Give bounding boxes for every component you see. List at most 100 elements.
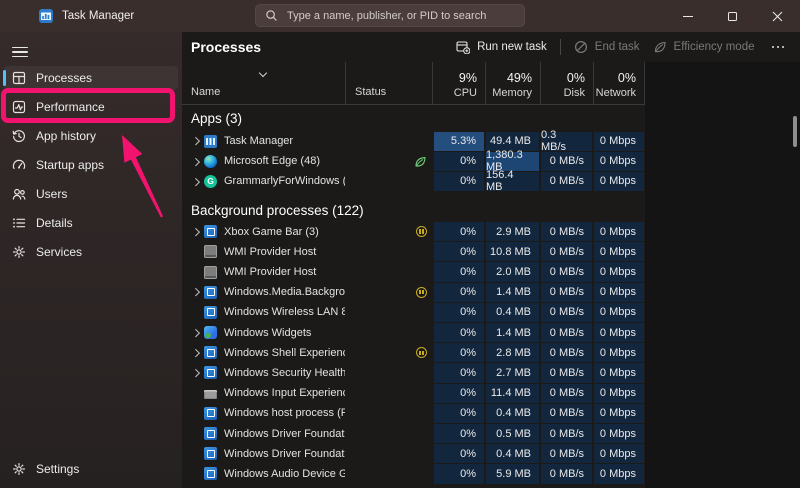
network-cell: 0 Mbps [594,242,644,261]
expand-chevron-icon[interactable] [188,138,204,144]
expand-chevron-icon[interactable] [188,229,204,235]
cpu-cell: 0% [434,464,484,483]
more-options-button[interactable] [768,46,789,49]
process-name: Windows Shell Experience Hos... [224,347,345,359]
process-row[interactable]: Xbox Game Bar (3)0%2.9 MB0 MB/s0 Mbps [182,222,645,242]
app-icon-window [204,407,217,420]
group-header[interactable]: Apps (3) [182,105,645,131]
sidebar-item-label: Users [36,187,67,201]
sidebar-item-processes[interactable]: Processes [4,66,178,90]
disk-cell: 0 MB/s [541,283,592,302]
app-history-icon [11,128,27,144]
end-task-button[interactable]: End task [574,40,640,54]
disk-cell: 0 MB/s [541,424,592,443]
cpu-cell: 0% [434,343,484,362]
app-icon-taskmanager [204,135,217,148]
sidebar-item-services[interactable]: Services [4,240,178,264]
column-header-cpu[interactable]: 9% CPU [432,62,485,104]
column-header-name[interactable]: Name [182,62,345,104]
vertical-scrollbar[interactable] [793,116,797,147]
efficiency-mode-button[interactable]: Efficiency mode [653,40,755,54]
network-cell: 0 Mbps [594,172,644,191]
run-new-task-icon [456,40,470,54]
table-empty-area [645,62,800,488]
process-name-cell: Windows Shell Experience Hos... [182,343,345,363]
process-name-cell: Windows Wireless LAN 802.1... [182,302,345,322]
disk-cell: 0 MB/s [541,152,592,171]
sidebar-item-performance[interactable]: Performance [4,95,178,119]
process-row[interactable]: WMI Provider Host0%2.0 MB0 MB/s0 Mbps [182,262,645,282]
status-cell [345,403,432,423]
sidebar-item-details[interactable]: Details [4,211,178,235]
process-row[interactable]: Microsoft Edge (48)0%1,380.3 MB0 MB/s0 M… [182,151,645,171]
maximize-button[interactable] [710,0,755,32]
process-name-cell: Windows Audio Device Graph... [182,464,345,484]
cpu-total-percent: 9% [459,71,477,85]
process-name-cell: Windows Security Health Servi... [182,363,345,383]
process-row[interactable]: Windows Shell Experience Hos...0%2.8 MB0… [182,343,645,363]
status-cell [345,151,432,171]
table-header: Name Status 9% CPU 49% Memory 0% Disk [182,62,645,105]
close-button[interactable] [755,0,800,32]
process-row[interactable]: Windows host process (Rundll...0%0.4 MB0… [182,403,645,423]
memory-cell: 156.4 MB [486,172,539,191]
disk-cell: 0 MB/s [541,262,592,281]
sidebar-item-users[interactable]: Users [4,182,178,206]
group-header[interactable]: Background processes (122) [182,200,645,222]
app-icon-wmi [204,245,217,258]
column-header-network[interactable]: 0% Network [593,62,645,104]
network-cell: 0 Mbps [594,363,644,382]
expand-chevron-icon[interactable] [188,350,204,356]
sidebar-item-app-history[interactable]: App history [4,124,178,148]
memory-cell: 11.4 MB [486,384,539,403]
app-icon-grammarly: G [204,175,217,188]
minimize-button[interactable] [665,0,710,32]
users-icon [11,186,27,202]
process-row[interactable]: Windows Input Experience0%11.4 MB0 MB/s0… [182,383,645,403]
run-new-task-button[interactable]: Run new task [456,40,547,54]
expand-chevron-icon[interactable] [188,179,204,185]
sidebar-item-settings[interactable]: Settings [4,457,178,481]
status-cell [345,323,432,343]
maximize-icon [728,12,737,21]
sidebar-item-label: Settings [36,462,79,476]
search-icon [265,9,278,22]
process-row[interactable]: GGrammarlyForWindows (32 bi...0%156.4 MB… [182,171,645,191]
search-input[interactable]: Type a name, publisher, or PID to search [255,4,525,27]
cpu-cell: 0% [434,404,484,423]
status-cell [345,282,432,302]
app-icon-widgets [204,326,217,339]
sidebar-item-startup-apps[interactable]: Startup apps [4,153,178,177]
process-row[interactable]: Windows.Media.BackgroundPl...0%1.4 MB0 M… [182,282,645,302]
cpu-cell: 0% [434,262,484,281]
expand-chevron-icon[interactable] [188,159,204,165]
memory-cell: 2.8 MB [486,343,539,362]
process-row[interactable]: Windows Driver Foundation - ...0%0.4 MB0… [182,444,645,464]
process-row[interactable]: Windows Security Health Servi...0%2.7 MB… [182,363,645,383]
search-placeholder: Type a name, publisher, or PID to search [287,10,486,22]
minimize-icon [683,16,693,17]
process-row[interactable]: Windows Driver Foundation - ...0%0.5 MB0… [182,423,645,443]
status-cell [345,363,432,383]
sidebar-item-label: App history [36,129,96,143]
expand-chevron-icon[interactable] [188,330,204,336]
process-row[interactable]: Windows Audio Device Graph...0%5.9 MB0 M… [182,464,645,484]
column-header-memory[interactable]: 49% Memory [485,62,540,104]
sort-chevron-down-icon [258,69,266,77]
navigation-menu-button[interactable] [12,41,38,63]
process-name: Windows Driver Foundation - ... [224,448,345,460]
expand-chevron-icon[interactable] [188,370,204,376]
process-name-cell: Windows.Media.BackgroundPl... [182,282,345,302]
process-row[interactable]: Task Manager5.3%49.4 MB0.3 MB/s0 Mbps [182,131,645,151]
memory-cell: 5.9 MB [486,464,539,483]
process-row[interactable]: Windows Wireless LAN 802.1...0%0.4 MB0 M… [182,302,645,322]
expand-chevron-icon[interactable] [188,289,204,295]
process-name: Windows host process (Rundll... [224,407,345,419]
column-header-disk[interactable]: 0% Disk [540,62,593,104]
process-row[interactable]: WMI Provider Host0%10.8 MB0 MB/s0 Mbps [182,242,645,262]
app-icon-keyboard [204,390,217,399]
memory-cell: 1.4 MB [486,283,539,302]
process-row[interactable]: Windows Widgets0%1.4 MB0 MB/s0 Mbps [182,323,645,343]
column-header-status[interactable]: Status [345,62,432,104]
memory-cell: 10.8 MB [486,242,539,261]
